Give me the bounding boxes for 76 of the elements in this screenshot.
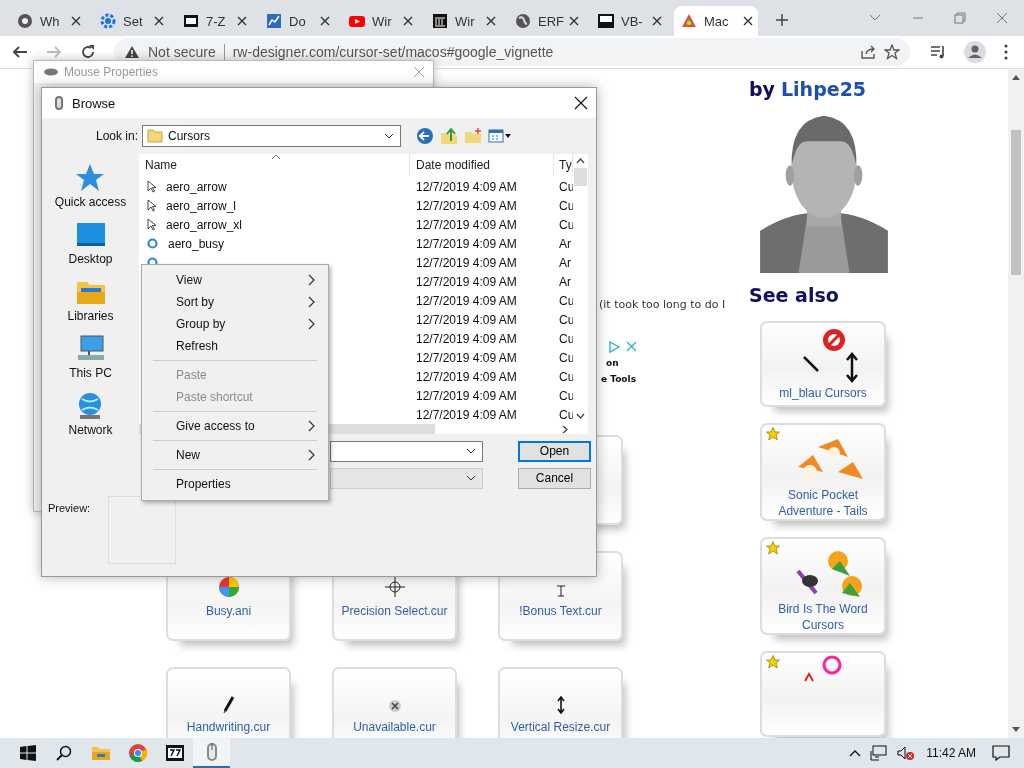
column-header[interactable]: Date modified — [410, 154, 554, 176]
places-item[interactable]: Libraries — [67, 276, 114, 323]
url-text: rw-designer.com/cursor-set/macos#google_vignette — [232, 44, 554, 60]
field-label: Look in: — [96, 129, 140, 143]
browser-tab[interactable]: ERF — [508, 6, 584, 36]
ad-text: on — [606, 358, 620, 368]
cursor-set-card[interactable]: Sonic Pocket Adventure - Tails — [760, 423, 886, 522]
browser-tab[interactable]: VB- — [591, 6, 667, 36]
menu-item[interactable]: Properties — [145, 473, 325, 495]
cursor-set-card[interactable]: Bird Is The Word Cursors — [760, 537, 886, 636]
table-cell-text: Cu — [558, 198, 573, 213]
look-in-dropdown[interactable]: Cursors — [142, 125, 401, 147]
places-item[interactable]: Desktop — [68, 219, 113, 266]
table-cell-text: Cu — [558, 217, 573, 232]
menu-item[interactable]: View — [145, 269, 325, 291]
author-link[interactable]: Lihpe25 — [781, 78, 867, 100]
table-cell-text: 12/7/2019 4:09 AM — [415, 312, 518, 327]
file-name[interactable]: aero_arrow — [166, 179, 227, 194]
browser-tab[interactable]: Set — [93, 6, 169, 36]
table-cell-text: 12/7/2019 4:09 AM — [415, 293, 518, 308]
menu-item[interactable]: Give access to — [145, 415, 325, 437]
table-cell-text: 12/7/2019 4:09 AM — [415, 274, 518, 289]
table-cell-text: 12/7/2019 4:09 AM — [415, 331, 518, 346]
table-cell-text: Cu — [558, 407, 573, 422]
table-cell-text: Ar — [558, 274, 572, 289]
table-cell-text: Cu — [558, 350, 573, 365]
places-item[interactable]: Network — [68, 390, 113, 437]
browser-tab[interactable]: Wh — [10, 6, 86, 36]
table-cell-text: 12/7/2019 4:09 AM — [415, 236, 518, 251]
field-label: Preview: — [48, 502, 92, 514]
table-cell-text: 12/7/2019 4:09 AM — [415, 369, 518, 384]
menu-item[interactable]: Sort by — [145, 291, 325, 313]
menu-item[interactable]: Refresh — [145, 335, 325, 357]
table-cell-text: Cu — [558, 331, 573, 346]
security-label: Not secure — [148, 44, 216, 60]
file-name[interactable]: aero_busy — [168, 236, 225, 251]
table-cell-text: Cu — [558, 179, 573, 194]
section-heading: See also — [749, 284, 839, 307]
browser-tab[interactable]: 7-Z — [176, 6, 252, 36]
table-cell-text: 12/7/2019 4:09 AM — [415, 350, 518, 365]
window-title: Browse — [72, 95, 116, 111]
browser-tab[interactable]: Mac — [674, 6, 758, 36]
file-name[interactable]: aero_arrow_xl — [166, 217, 243, 232]
browser-tab[interactable]: Wir — [425, 6, 501, 36]
window-title: Mouse Properties — [64, 65, 159, 79]
cursor-card[interactable]: Handwriting.cur — [166, 667, 291, 738]
column-header[interactable]: Name — [139, 154, 410, 176]
table-cell-text: 12/7/2019 4:09 AM — [415, 179, 518, 194]
table-cell-text: Cu — [558, 388, 573, 403]
places-item[interactable]: Quick access — [54, 162, 127, 209]
cursor-set-card[interactable]: ml_blau Cursors — [760, 321, 886, 408]
places-item[interactable]: This PC — [69, 333, 112, 380]
address-field[interactable]: Not secure rw-designer.com/cursor-set/macos#google_vignette — [114, 38, 910, 66]
open-button[interactable]: Open — [518, 440, 591, 462]
byline-label: by — [749, 78, 775, 100]
cancel-button[interactable]: Cancel — [518, 467, 591, 489]
ad-text: e Tools — [601, 374, 637, 384]
table-cell-text: Cu — [558, 369, 573, 384]
table-cell-text: 12/7/2019 4:09 AM — [415, 407, 518, 422]
table-cell-text: Ar — [558, 255, 572, 270]
table-cell-text: 12/7/2019 4:09 AM — [415, 388, 518, 403]
table-cell-text: Cu — [558, 293, 573, 308]
table-cell-text: 12/7/2019 4:09 AM — [415, 217, 518, 232]
cursor-card[interactable]: Vertical Resize.cur — [498, 667, 623, 738]
cursor-card[interactable]: Unavailable.cur — [332, 667, 457, 738]
table-cell-text: Cu — [558, 312, 573, 327]
paragraph-text: (it took too long to do I — [599, 298, 727, 311]
table-cell-text: 12/7/2019 4:09 AM — [415, 255, 518, 270]
clock-text[interactable]: 11:42 AM — [926, 746, 976, 760]
browser-tab[interactable]: Wir — [342, 6, 418, 36]
table-cell-text: 12/7/2019 4:09 AM — [415, 198, 518, 213]
table-cell-text: Ar — [558, 236, 572, 251]
menu-item[interactable]: New — [145, 444, 325, 466]
menu-item[interactable]: Group by — [145, 313, 325, 335]
browser-tab[interactable]: Do — [259, 6, 335, 36]
file-name[interactable]: aero_arrow_l — [166, 198, 237, 213]
